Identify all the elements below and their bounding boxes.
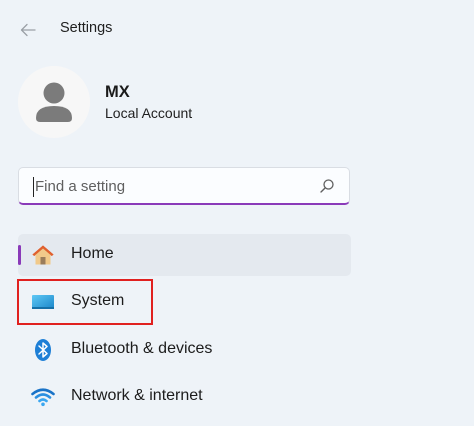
selection-indicator [18,245,21,265]
nav-label-bluetooth: Bluetooth & devices [71,340,213,357]
nav-item-bluetooth[interactable]: Bluetooth & devices [18,329,351,371]
account-type: Local Account [105,105,193,121]
user-profile[interactable]: MX Local Account [18,66,418,138]
title-bar: Settings [0,0,474,58]
nav-label-network: Network & internet [71,387,203,404]
back-arrow-icon [20,23,36,37]
search-box[interactable] [18,167,350,205]
nav-label-home: Home [71,245,114,262]
bluetooth-icon [31,338,55,362]
search-icon[interactable] [319,178,335,194]
avatar[interactable] [18,66,90,138]
nav-item-home[interactable]: Home [18,234,351,276]
home-icon [31,243,55,267]
user-avatar-icon [18,66,90,138]
highlight-box [17,279,153,325]
search-input[interactable] [33,169,305,203]
back-button[interactable] [14,16,42,44]
app-title: Settings [60,20,113,36]
user-name: MX [105,83,130,101]
nav-item-network[interactable]: Network & internet [18,376,351,418]
wifi-icon [31,385,55,409]
